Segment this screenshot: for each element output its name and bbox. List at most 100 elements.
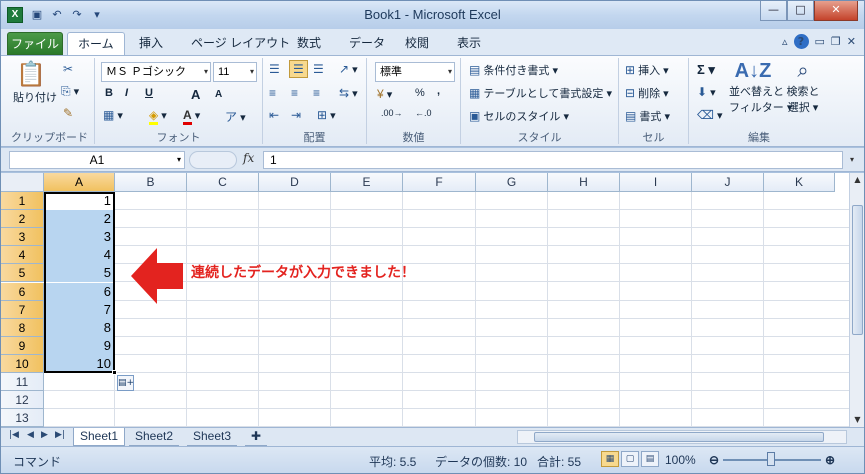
horizontal-scroll-thumb[interactable] bbox=[534, 432, 824, 442]
decrease-indent-icon[interactable]: ⇤ bbox=[269, 108, 279, 122]
cell-a3[interactable]: 3 bbox=[45, 228, 114, 246]
font-size-select[interactable]: 11 ▾ bbox=[213, 62, 257, 82]
column-header[interactable]: B bbox=[115, 173, 187, 192]
column-header[interactable]: E bbox=[331, 173, 403, 192]
sheet-tab-1[interactable]: Sheet1 bbox=[73, 428, 126, 446]
horizontal-scrollbar[interactable] bbox=[517, 430, 847, 444]
column-header[interactable]: A bbox=[44, 173, 115, 192]
formula-input[interactable]: 1 bbox=[263, 151, 843, 169]
cell-a2[interactable]: 2 bbox=[45, 210, 114, 228]
currency-icon[interactable]: ¥ ▾ bbox=[377, 87, 392, 101]
page-break-view-icon[interactable]: ▤ bbox=[641, 451, 659, 467]
zoom-level[interactable]: 100% bbox=[665, 453, 696, 467]
column-header[interactable]: J bbox=[692, 173, 764, 192]
zoom-slider-knob[interactable] bbox=[767, 452, 775, 466]
shrink-font-button[interactable]: A bbox=[215, 89, 222, 100]
wrap-text-icon[interactable]: ⇆ ▾ bbox=[339, 86, 358, 100]
delete-cells-button[interactable]: ⊟ 削除 ▾ bbox=[625, 85, 669, 101]
font-color-icon[interactable]: A ▾ bbox=[183, 108, 200, 125]
cell-a7[interactable]: 7 bbox=[45, 301, 114, 319]
last-sheet-icon[interactable]: ▶| bbox=[55, 430, 65, 440]
align-bottom-icon[interactable]: ☰ bbox=[313, 62, 324, 76]
format-painter-icon[interactable]: ✎ bbox=[63, 106, 73, 120]
cell-a10[interactable]: 10 bbox=[45, 355, 114, 373]
format-as-table-button[interactable]: ▦ テーブルとして書式設定 ▾ bbox=[469, 85, 612, 101]
underline-button[interactable]: U bbox=[145, 87, 153, 99]
tab-page-layout[interactable]: ページ レイアウト bbox=[181, 32, 300, 55]
minimize-button[interactable]: — bbox=[760, 1, 787, 21]
column-header[interactable]: D bbox=[259, 173, 331, 192]
row-header[interactable]: 12 bbox=[1, 391, 44, 409]
border-icon[interactable]: ▦ ▾ bbox=[103, 108, 123, 122]
zoom-out-icon[interactable]: ⊖ bbox=[709, 453, 719, 467]
row-header[interactable]: 4 bbox=[1, 246, 44, 264]
cell-a1[interactable]: 1 bbox=[45, 192, 114, 210]
align-center-icon[interactable]: ≡ bbox=[291, 86, 298, 100]
close-button[interactable]: ✕ bbox=[814, 1, 858, 21]
align-top-icon[interactable]: ☰ bbox=[269, 62, 280, 76]
align-right-icon[interactable]: ≡ bbox=[313, 86, 320, 100]
grow-font-button[interactable]: A bbox=[191, 87, 200, 102]
page-layout-view-icon[interactable]: ▢ bbox=[621, 451, 639, 467]
sheet-tab-2[interactable]: Sheet2 bbox=[129, 428, 180, 446]
name-box[interactable]: A1 ▾ bbox=[9, 151, 185, 169]
decrease-decimal-icon[interactable]: ←.0 bbox=[415, 108, 432, 118]
percent-button[interactable]: % bbox=[415, 87, 425, 99]
merge-center-icon[interactable]: ⊞ ▾ bbox=[317, 108, 336, 122]
sheet-tab-3[interactable]: Sheet3 bbox=[187, 428, 238, 446]
fill-icon[interactable]: ⬇ ▾ bbox=[697, 85, 716, 99]
row-header[interactable]: 1 bbox=[1, 192, 44, 210]
formula-bar-resize-handle[interactable] bbox=[189, 151, 237, 169]
format-cells-button[interactable]: ▤ 書式 ▾ bbox=[625, 108, 670, 124]
column-header[interactable]: F bbox=[403, 173, 476, 192]
scroll-down-icon[interactable]: ▼ bbox=[850, 413, 864, 427]
row-header[interactable]: 2 bbox=[1, 210, 44, 228]
tab-data[interactable]: データ bbox=[339, 32, 395, 55]
find-select-button[interactable]: ⌕ 検索と 選択 ▾ bbox=[783, 60, 823, 115]
number-format-select[interactable]: 標準 ▾ bbox=[375, 62, 455, 82]
tab-view[interactable]: 表示 bbox=[447, 32, 491, 55]
cell-a6[interactable]: 6 bbox=[45, 283, 114, 301]
vertical-scroll-thumb[interactable] bbox=[852, 205, 863, 335]
column-header[interactable]: K bbox=[764, 173, 835, 192]
expand-formula-icon[interactable]: ▾ bbox=[845, 151, 859, 169]
orientation-icon[interactable]: ↗ ▾ bbox=[339, 62, 358, 76]
tab-review[interactable]: 校閲 bbox=[395, 32, 439, 55]
increase-indent-icon[interactable]: ⇥ bbox=[291, 108, 301, 122]
cell-a5[interactable]: 5 bbox=[45, 264, 114, 282]
tab-insert[interactable]: 挿入 bbox=[129, 32, 173, 55]
first-sheet-icon[interactable]: |◀ bbox=[9, 430, 19, 440]
cell-a8[interactable]: 8 bbox=[45, 319, 114, 337]
maximize-button[interactable]: □ bbox=[787, 1, 814, 21]
ribbon-minimize-icon[interactable]: ▵ bbox=[782, 35, 788, 48]
font-name-select[interactable]: ＭＳ Ｐゴシック ▾ bbox=[101, 62, 211, 82]
normal-view-icon[interactable]: ▦ bbox=[601, 451, 619, 467]
scroll-up-icon[interactable]: ▲ bbox=[850, 173, 864, 187]
copy-icon[interactable]: ⎘ ▾ bbox=[61, 84, 79, 99]
row-header[interactable]: 9 bbox=[1, 337, 44, 355]
column-header[interactable]: C bbox=[187, 173, 259, 192]
column-header[interactable]: G bbox=[476, 173, 548, 192]
align-left-icon[interactable]: ≡ bbox=[269, 86, 276, 100]
vertical-scrollbar[interactable]: ▲ ▼ bbox=[849, 173, 864, 427]
prev-sheet-icon[interactable]: ◀ bbox=[27, 430, 34, 440]
sort-filter-button[interactable]: A↓Z 並べ替えと フィルター ▾ bbox=[729, 60, 792, 115]
row-header[interactable]: 3 bbox=[1, 228, 44, 246]
doc-close-icon[interactable]: ✕ bbox=[847, 35, 856, 48]
row-header[interactable]: 13 bbox=[1, 409, 44, 427]
cell-styles-button[interactable]: ▣ セルのスタイル ▾ bbox=[469, 108, 569, 124]
comma-button[interactable]: , bbox=[437, 85, 440, 97]
row-header[interactable]: 10 bbox=[1, 355, 44, 373]
conditional-format-button[interactable]: ▤ 条件付き書式 ▾ bbox=[469, 62, 558, 78]
row-header[interactable]: 11 bbox=[1, 373, 44, 391]
column-header[interactable]: I bbox=[620, 173, 692, 192]
fill-color-icon[interactable]: ◈ ▾ bbox=[149, 108, 167, 125]
row-header[interactable]: 5 bbox=[1, 264, 44, 282]
tab-formulas[interactable]: 数式 bbox=[287, 32, 331, 55]
autofill-options-icon[interactable]: ▤+ bbox=[117, 375, 134, 391]
row-header[interactable]: 7 bbox=[1, 301, 44, 319]
select-all-corner[interactable] bbox=[1, 173, 44, 192]
clear-icon[interactable]: ⌫ ▾ bbox=[697, 108, 723, 122]
paste-button[interactable]: 📋 貼り付け bbox=[13, 60, 57, 105]
doc-minimize-icon[interactable]: ▭ bbox=[815, 35, 825, 48]
